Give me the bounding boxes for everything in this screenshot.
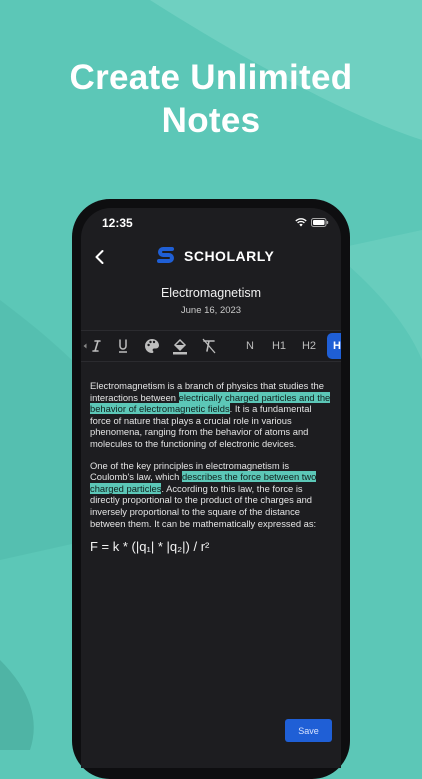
scroll-arrow-left-icon[interactable] xyxy=(83,343,87,349)
battery-icon xyxy=(311,218,329,227)
brand: SCHOLARLY xyxy=(157,246,274,266)
back-chevron-icon[interactable] xyxy=(91,248,109,266)
note-body[interactable]: Electromagnetism is a branch of physics … xyxy=(90,380,334,553)
heading-1-button[interactable]: H1 xyxy=(271,337,287,355)
wifi-icon xyxy=(295,218,307,227)
note-title[interactable]: Electromagnetism xyxy=(81,286,341,300)
app-header: SCHOLARLY xyxy=(81,246,341,270)
fill-color-icon[interactable] xyxy=(172,337,188,355)
paragraph-1: Electromagnetism is a branch of physics … xyxy=(90,380,331,449)
underline-icon[interactable] xyxy=(116,337,130,355)
paragraph-2: One of the key principles in electromagn… xyxy=(90,459,317,529)
normal-text-button[interactable]: N xyxy=(244,337,256,355)
palette-icon[interactable] xyxy=(144,337,160,355)
app-screen: 12:35 SCHOLARLY Electromagnetism June 16… xyxy=(81,208,341,768)
note-date: June 16, 2023 xyxy=(180,305,242,316)
formatting-toolbar[interactable]: N H1 H2 H xyxy=(81,330,341,362)
clear-format-icon[interactable] xyxy=(201,337,217,355)
status-time: 12:35 xyxy=(102,216,133,230)
heading-2-button[interactable]: H2 xyxy=(300,337,318,355)
italic-icon[interactable] xyxy=(89,337,103,355)
promo-headline: Create Unlimited Notes xyxy=(0,56,422,142)
status-icons xyxy=(295,218,329,227)
formula: F = k * (|q₁| * |q₂|) / r² xyxy=(90,539,210,555)
promo-headline-line1: Create Unlimited xyxy=(69,58,353,97)
heading-3-button[interactable]: H xyxy=(327,333,341,359)
save-button[interactable]: Save xyxy=(285,719,332,742)
promo-headline-line2: Notes xyxy=(161,101,261,140)
brand-name: SCHOLARLY xyxy=(184,248,275,264)
scholarly-logo-icon xyxy=(157,247,174,263)
status-bar: 12:35 xyxy=(81,216,341,234)
